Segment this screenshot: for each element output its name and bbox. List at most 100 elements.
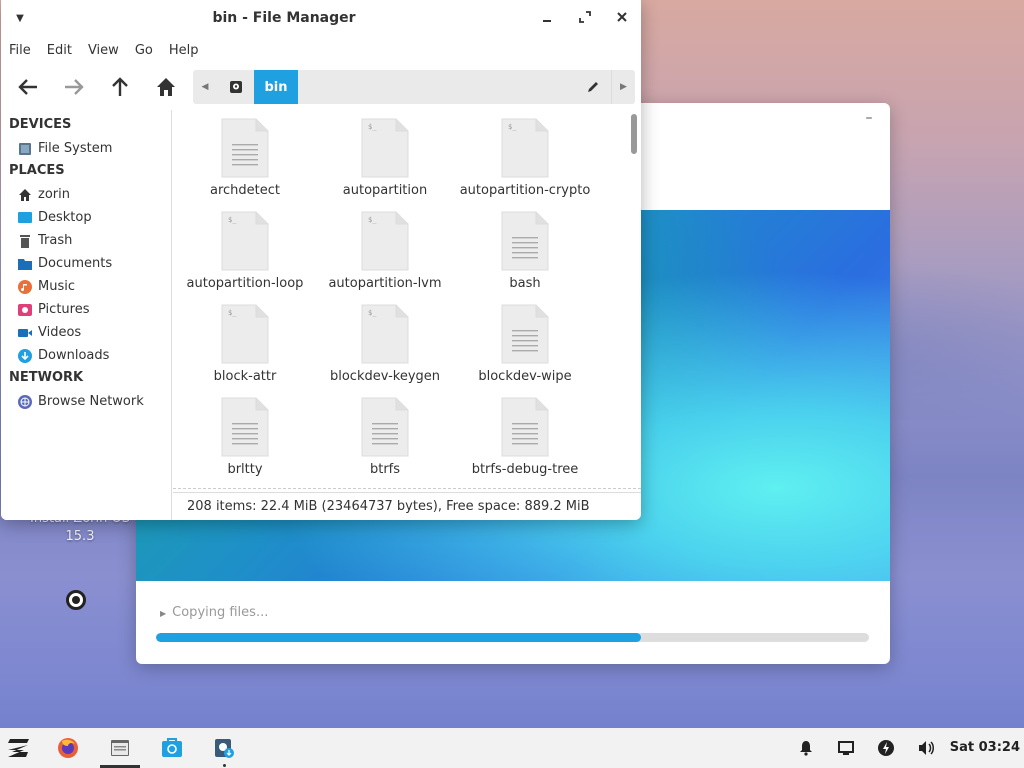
minimize-icon[interactable]: – — [862, 111, 876, 125]
forward-button[interactable] — [57, 70, 91, 104]
script-file-icon: $_ — [361, 304, 409, 364]
vertical-scrollbar[interactable] — [631, 114, 637, 154]
display-button[interactable] — [826, 728, 866, 768]
notifications-button[interactable] — [786, 728, 826, 768]
menu-view[interactable]: View — [80, 40, 127, 62]
file-name: autopartition-loop — [186, 276, 304, 291]
sidebar-item-label: Browse Network — [38, 394, 144, 409]
back-arrow-icon — [18, 79, 37, 95]
sidebar: DEVICES File System PLACES zorin Desktop… — [1, 110, 172, 520]
file-item[interactable]: $_ blockdev-keygen — [315, 304, 455, 397]
menu-file[interactable]: File — [1, 40, 39, 62]
up-arrow-icon — [112, 77, 128, 96]
videos-icon — [18, 326, 32, 340]
file-name: block-attr — [213, 369, 277, 384]
path-bar: ◀ bin ▶ — [193, 70, 635, 104]
file-item[interactable]: archdetect — [175, 118, 315, 211]
status-bar: 208 items: 22.4 MiB (23464737 bytes), Fr… — [173, 492, 641, 520]
file-item[interactable]: $_ autopartition-loop — [175, 211, 315, 304]
sidebar-item-label: Pictures — [38, 302, 90, 317]
home-icon — [18, 188, 32, 202]
sidebar-item-label: Documents — [38, 256, 113, 271]
menu-edit[interactable]: Edit — [39, 40, 80, 62]
close-icon — [617, 12, 627, 22]
menu-help[interactable]: Help — [161, 40, 207, 62]
volume-button[interactable] — [906, 728, 946, 768]
close-button[interactable] — [612, 9, 632, 29]
store-icon — [162, 738, 182, 757]
sidebar-item-browse-network[interactable]: Browse Network — [1, 390, 171, 413]
script-file-icon: $_ — [501, 118, 549, 178]
path-current-button[interactable]: bin — [254, 70, 298, 104]
network-icon — [18, 394, 32, 409]
file-grid: archdetect $_ autopartition $_ autopartition… — [175, 118, 625, 490]
file-item[interactable]: blockdev-wipe — [455, 304, 595, 397]
firefox-icon — [58, 738, 78, 758]
sidebar-item-label: Videos — [38, 325, 82, 340]
title-bar[interactable]: ▼ bin - File Manager — [1, 0, 641, 38]
file-item[interactable]: $_ autopartition-lvm — [315, 211, 455, 304]
sidebar-item-label: Trash — [38, 233, 73, 248]
installer-status-text: Copying files... — [172, 605, 269, 620]
firefox-button[interactable] — [48, 728, 88, 768]
menu-go[interactable]: Go — [127, 40, 161, 62]
zorin-menu-button[interactable] — [0, 728, 40, 768]
text-file-icon — [501, 211, 549, 271]
file-name: autopartition — [342, 183, 428, 198]
expand-arrow-icon[interactable]: ▶ — [160, 609, 166, 618]
sidebar-item-file-system[interactable]: File System — [1, 137, 171, 160]
edit-path-button[interactable] — [581, 70, 605, 104]
file-name: autopartition-crypto — [459, 183, 591, 198]
power-status-button[interactable] — [866, 728, 906, 768]
file-name: blockdev-keygen — [329, 369, 441, 384]
sidebar-item-pictures[interactable]: Pictures — [1, 298, 171, 321]
svg-text:$_: $_ — [228, 309, 237, 317]
maximize-button[interactable] — [575, 9, 595, 29]
home-button[interactable] — [149, 70, 183, 104]
sidebar-item-downloads[interactable]: Downloads — [1, 344, 171, 367]
home-icon — [157, 78, 175, 96]
sidebar-item-desktop[interactable]: Desktop — [1, 206, 171, 229]
progress-bar-fill — [156, 633, 641, 642]
file-name: bash — [509, 276, 541, 291]
file-item[interactable]: $_ block-attr — [175, 304, 315, 397]
file-item[interactable]: $_ autopartition — [315, 118, 455, 211]
sidebar-heading-places: PLACES — [9, 163, 65, 178]
file-item[interactable]: btrfs-debug-tree — [455, 397, 595, 490]
minimize-icon — [543, 20, 551, 22]
file-item[interactable]: $_ autopartition-crypto — [455, 118, 595, 211]
file-item[interactable]: brltty — [175, 397, 315, 490]
sidebar-item-documents[interactable]: Documents — [1, 252, 171, 275]
path-scroll-right-icon[interactable]: ▶ — [611, 70, 635, 104]
file-item[interactable]: btrfs — [315, 397, 455, 490]
text-file-icon — [501, 397, 549, 457]
back-button[interactable] — [11, 70, 45, 104]
path-scroll-left-icon[interactable]: ◀ — [193, 70, 217, 104]
sidebar-item-label: Desktop — [38, 210, 92, 225]
pictures-icon — [18, 303, 32, 317]
menu-bar: File Edit View Go Help — [1, 40, 206, 62]
volume-icon — [919, 741, 934, 755]
toolbar: ◀ bin ▶ — [1, 66, 641, 108]
path-drive-button[interactable] — [221, 70, 251, 104]
installer-button[interactable] — [204, 728, 244, 768]
minimize-button[interactable] — [537, 9, 557, 29]
pencil-icon — [588, 82, 598, 92]
up-button[interactable] — [103, 70, 137, 104]
text-file-icon — [221, 397, 269, 457]
clock[interactable]: Sat 03:24 — [950, 728, 1020, 768]
script-file-icon: $_ — [221, 211, 269, 271]
file-name: brltty — [227, 462, 263, 477]
sidebar-item-videos[interactable]: Videos — [1, 321, 171, 344]
sidebar-item-zorin[interactable]: zorin — [1, 183, 171, 206]
file-name: btrfs-debug-tree — [471, 462, 579, 477]
power-icon — [878, 740, 894, 756]
downloads-icon — [18, 348, 32, 363]
software-store-button[interactable] — [152, 728, 192, 768]
documents-icon — [18, 257, 32, 271]
sidebar-item-trash[interactable]: Trash — [1, 229, 171, 252]
files-button[interactable] — [100, 728, 140, 768]
file-item[interactable]: bash — [455, 211, 595, 304]
sidebar-item-music[interactable]: Music — [1, 275, 171, 298]
file-name: autopartition-lvm — [328, 276, 442, 291]
